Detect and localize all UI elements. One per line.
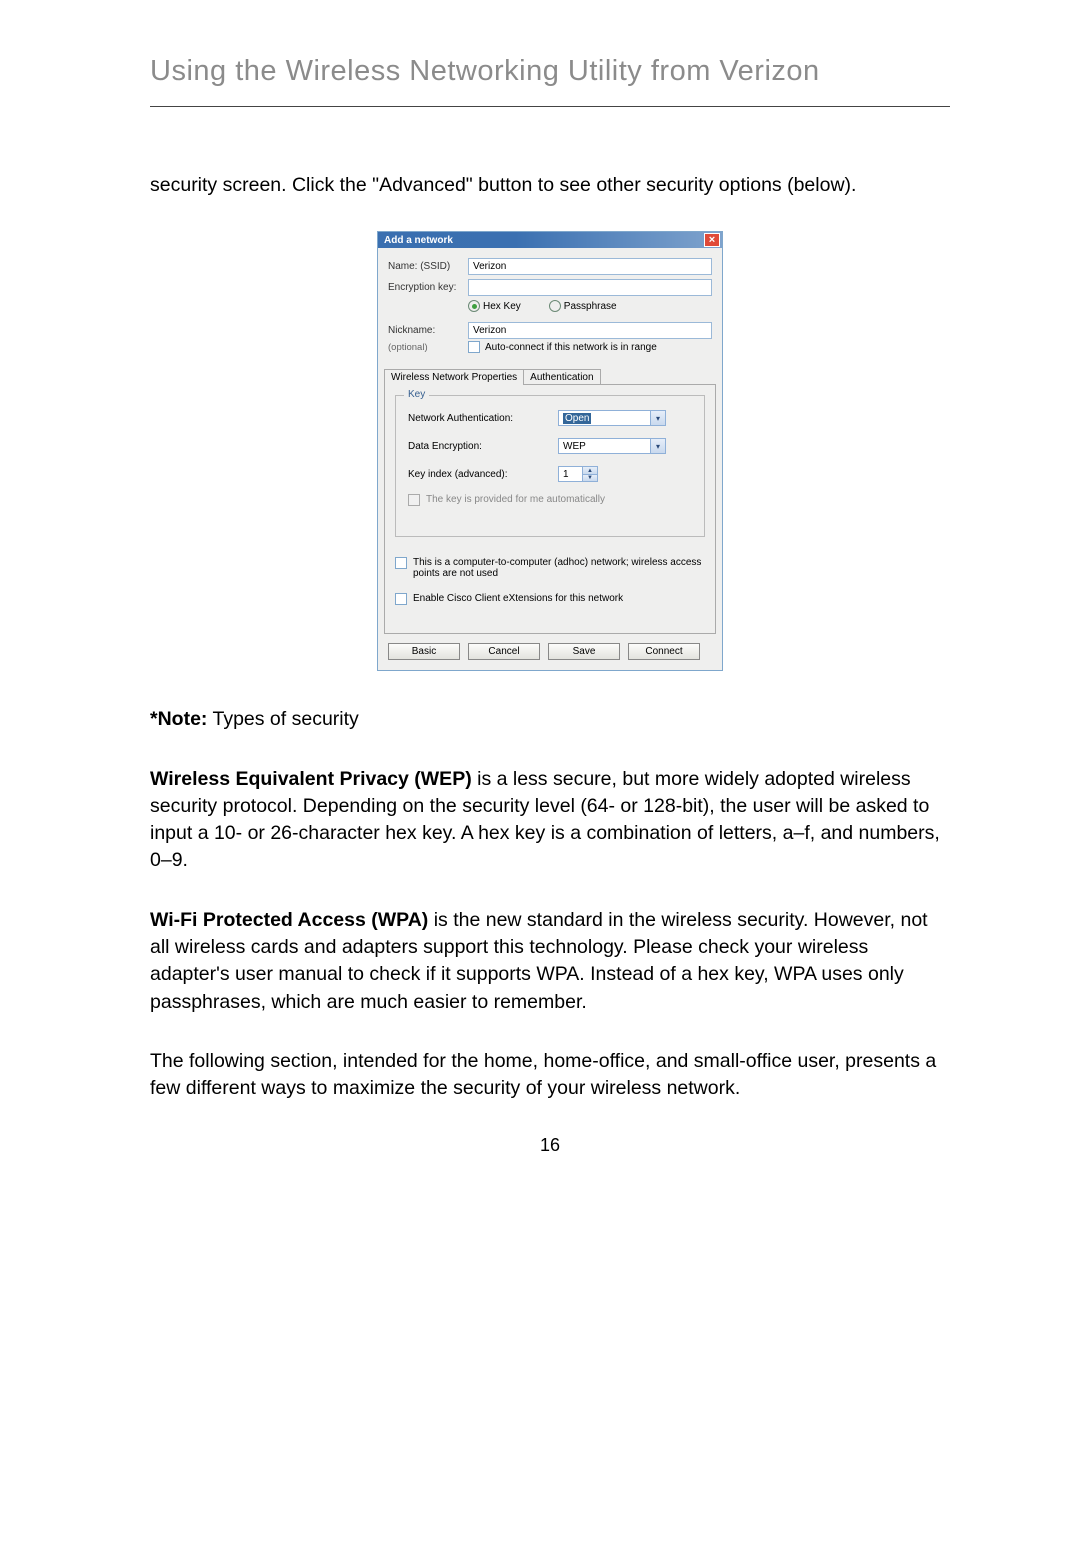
- network-auth-select[interactable]: Open ▾: [558, 410, 666, 426]
- passphrase-radio[interactable]: Passphrase: [549, 300, 617, 312]
- cisco-checkbox[interactable]: Enable Cisco Client eXtensions for this …: [395, 593, 705, 605]
- network-auth-value: Open: [563, 413, 591, 424]
- close-icon[interactable]: ×: [704, 233, 720, 247]
- adhoc-checkbox[interactable]: This is a computer-to-computer (adhoc) n…: [395, 557, 705, 579]
- ssid-input[interactable]: [468, 258, 712, 275]
- connect-button[interactable]: Connect: [628, 643, 700, 660]
- radio-icon: [549, 300, 561, 312]
- encryption-key-input[interactable]: [468, 279, 712, 296]
- nickname-input[interactable]: [468, 322, 712, 339]
- network-auth-label: Network Authentication:: [408, 413, 558, 424]
- data-encryption-value: WEP: [563, 441, 586, 452]
- page-number: 16: [150, 1135, 950, 1156]
- basic-button[interactable]: Basic: [388, 643, 460, 660]
- title-rule: [150, 106, 950, 107]
- checkbox-icon: [408, 494, 420, 506]
- encryption-key-label: Encryption key:: [388, 282, 468, 293]
- key-legend: Key: [404, 389, 429, 400]
- autoconnect-label: Auto-connect if this network is in range: [485, 342, 657, 353]
- checkbox-icon: [395, 593, 407, 605]
- wpa-paragraph: Wi-Fi Protected Access (WPA) is the new …: [150, 907, 950, 1016]
- tab-wireless-properties[interactable]: Wireless Network Properties: [384, 369, 524, 385]
- hex-key-radio[interactable]: Hex Key: [468, 300, 521, 312]
- data-encryption-select[interactable]: WEP ▾: [558, 438, 666, 454]
- cancel-button[interactable]: Cancel: [468, 643, 540, 660]
- data-encryption-label: Data Encryption:: [408, 441, 558, 452]
- chevron-down-icon: ▾: [650, 411, 665, 425]
- follow-paragraph: The following section, intended for the …: [150, 1048, 950, 1103]
- key-index-spinner[interactable]: 1 ▲ ▼: [558, 466, 598, 482]
- save-button[interactable]: Save: [548, 643, 620, 660]
- passphrase-label: Passphrase: [564, 301, 617, 312]
- wep-paragraph: Wireless Equivalent Privacy (WEP) is a l…: [150, 766, 950, 875]
- checkbox-icon: [395, 557, 407, 569]
- dialog-titlebar: Add a network ×: [378, 232, 722, 248]
- intro-text: security screen. Click the "Advanced" bu…: [150, 172, 950, 199]
- adhoc-label: This is a computer-to-computer (adhoc) n…: [413, 557, 705, 579]
- key-index-label: Key index (advanced):: [408, 469, 558, 480]
- cisco-label: Enable Cisco Client eXtensions for this …: [413, 593, 623, 604]
- dialog-title: Add a network: [384, 235, 453, 246]
- auto-key-label: The key is provided for me automatically: [426, 494, 605, 505]
- radio-icon: [468, 300, 480, 312]
- chevron-down-icon: ▾: [650, 439, 665, 453]
- spinner-down-icon[interactable]: ▼: [583, 475, 597, 482]
- checkbox-icon: [468, 341, 480, 353]
- autoconnect-checkbox[interactable]: Auto-connect if this network is in range: [468, 341, 657, 353]
- key-index-value: 1: [559, 467, 582, 481]
- add-network-dialog: Add a network × Name: (SSID) Encryption …: [377, 231, 723, 671]
- hex-key-label: Hex Key: [483, 301, 521, 312]
- tab-authentication[interactable]: Authentication: [523, 369, 600, 385]
- page-title: Using the Wireless Networking Utility fr…: [150, 55, 950, 88]
- optional-label: (optional): [388, 342, 468, 353]
- note-text: *Note: Types of security: [150, 706, 950, 733]
- spinner-up-icon[interactable]: ▲: [583, 467, 597, 475]
- ssid-label: Name: (SSID): [388, 261, 468, 272]
- nickname-label: Nickname:: [388, 325, 468, 336]
